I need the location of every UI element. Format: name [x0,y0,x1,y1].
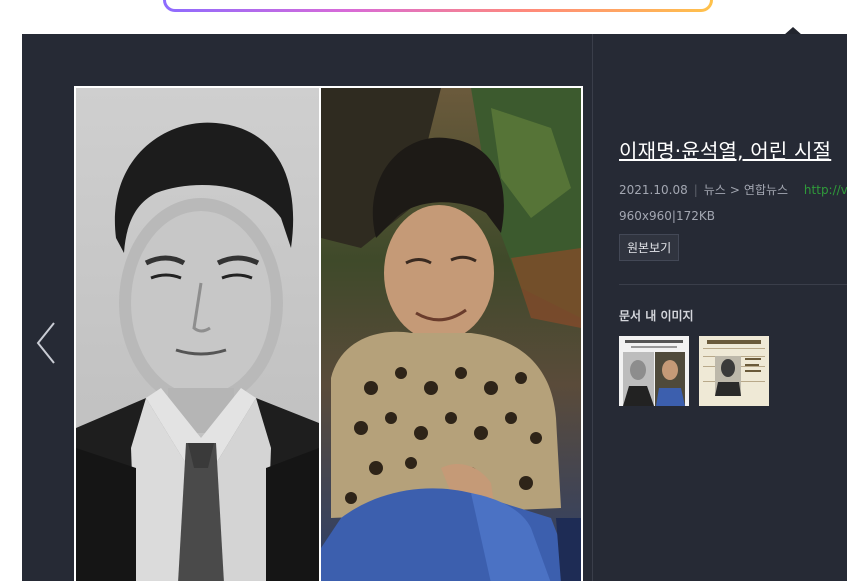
source-url-link[interactable]: http://v.me [804,183,847,197]
related-images-title: 문서 내 이미지 [619,309,694,323]
breadcrumb-arrow-icon: > [729,183,740,197]
category-link[interactable]: 뉴스 [704,183,726,197]
meta-line: 2021.10.08 | 뉴스> 연합뉴스 http://v.me [619,181,847,198]
chevron-left-icon [36,322,55,364]
view-original-button[interactable]: 원본보기 [619,234,680,261]
info-panel: 이재명·윤석열, 어린 시절 2021.10.08 | 뉴스 > 연합뉴스 http:/… [619,34,847,581]
panel-divider [592,34,593,581]
meta-separator: | [693,183,698,197]
prev-image-button[interactable] [34,319,60,367]
photo-right-snapshot [321,88,581,581]
search-box[interactable] [163,0,713,12]
photo-left-portrait [76,88,319,581]
meta-separator [794,183,798,197]
image-dimensions: 960x960 [619,209,672,223]
top-bar [0,0,847,35]
file-size: 172KB [675,209,715,223]
source-link[interactable]: 연합뉴스 [744,183,788,197]
section-divider [619,284,847,285]
related-thumbnail[interactable] [699,336,769,406]
document-date: 2021.10.08 [619,183,688,197]
main-image[interactable] [74,86,583,581]
related-thumbnail[interactable] [619,336,689,406]
image-viewer: 이재명·윤석열, 어린 시절 2021.10.08 | 뉴스 > 연합뉴스 http:/… [22,34,847,581]
document-title-link[interactable]: 이재명·윤석열, 어린 시절 [619,135,831,164]
image-size-line: 960x960|172KB [619,209,715,223]
